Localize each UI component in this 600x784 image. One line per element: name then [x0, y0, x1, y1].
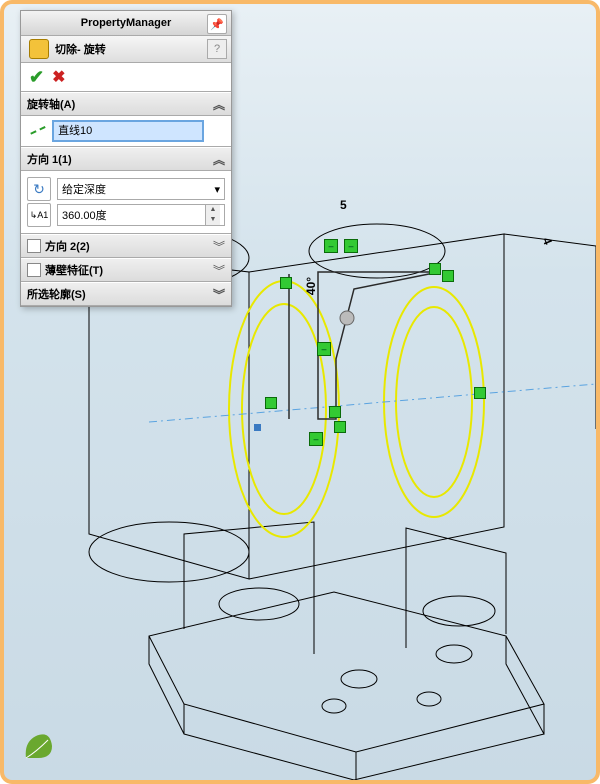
- spinner-buttons[interactable]: ▲▼: [205, 205, 220, 225]
- chevron-up-icon: ︽: [213, 151, 225, 168]
- dir1-section-title: 方向 1(1): [27, 151, 72, 167]
- contour-title: 所选轮廓(S): [27, 286, 86, 302]
- dir1-section-body: ↻ 给定深度 ▾ ↳A1 360.00度 ▲▼: [21, 171, 231, 234]
- help-icon[interactable]: ?: [207, 39, 227, 59]
- end-condition-select[interactable]: 给定深度 ▾: [57, 178, 225, 200]
- reverse-direction-icon[interactable]: ↻: [27, 177, 51, 201]
- sketch-relation[interactable]: [442, 270, 454, 282]
- cancel-button[interactable]: ✖: [52, 67, 65, 87]
- axis-icon: [27, 122, 45, 140]
- feature-title-bar: 切除- 旋转 ?: [21, 36, 231, 63]
- angle-input[interactable]: 360.00度 ▲▼: [57, 204, 225, 226]
- sketch-relation[interactable]: ⎯: [344, 239, 358, 253]
- end-condition-value: 给定深度: [62, 181, 106, 197]
- sketch-relation[interactable]: [334, 421, 346, 433]
- chevron-up-icon: ︽: [213, 96, 225, 113]
- pin-icon[interactable]: 📌: [207, 14, 227, 34]
- axis-section-header[interactable]: 旋转轴(A) ︽: [21, 92, 231, 116]
- dropdown-icon: ▾: [214, 183, 220, 196]
- sketch-relation[interactable]: [329, 406, 341, 418]
- dir2-title: 方向 2(2): [45, 238, 90, 254]
- panel-header: PropertyManager 📌: [21, 11, 231, 36]
- sketch-relation[interactable]: [265, 397, 277, 409]
- screenshot-root: ⎯ ⎯ ⎯ ⎯ 5 4 40° PropertyManager 📌 切除- 旋转…: [0, 0, 600, 784]
- cut-revolve-icon: [29, 39, 49, 59]
- chevron-down-icon: ︾: [213, 286, 225, 303]
- sketch-relation[interactable]: [474, 387, 486, 399]
- dimension-angle[interactable]: 40°: [304, 277, 318, 295]
- thin-section-header[interactable]: 薄壁特征(T) ︾: [21, 258, 231, 282]
- axis-input[interactable]: 直线10: [52, 120, 204, 142]
- chevron-down-icon: ︾: [213, 262, 225, 279]
- sketch-relation[interactable]: [429, 263, 441, 275]
- sketch-relation[interactable]: ⎯: [324, 239, 338, 253]
- thin-checkbox[interactable]: [27, 263, 41, 277]
- dimension-5[interactable]: 5: [340, 198, 347, 212]
- angle-icon: ↳A1: [27, 203, 51, 227]
- sketch-relation[interactable]: ⎯: [309, 432, 323, 446]
- watermark-icon: [24, 732, 54, 760]
- dir2-section-header[interactable]: 方向 2(2) ︾: [21, 234, 231, 258]
- chevron-down-icon: ︾: [213, 238, 225, 255]
- property-manager-panel: PropertyManager 📌 切除- 旋转 ? ✔ ✖ 旋转轴(A) ︽ …: [20, 10, 232, 307]
- sketch-relation[interactable]: [280, 277, 292, 289]
- contour-section-header[interactable]: 所选轮廓(S) ︾: [21, 282, 231, 306]
- dir1-section-header[interactable]: 方向 1(1) ︽: [21, 147, 231, 171]
- dir2-checkbox[interactable]: [27, 239, 41, 253]
- ok-cancel-row: ✔ ✖: [21, 63, 231, 92]
- feature-name: 切除- 旋转: [55, 41, 106, 57]
- sketch-relation[interactable]: ⎯: [317, 342, 331, 356]
- axis-section-body: 直线10: [21, 116, 231, 147]
- ok-button[interactable]: ✔: [29, 67, 44, 88]
- angle-value: 360.00度: [62, 207, 107, 223]
- panel-title: PropertyManager: [81, 17, 171, 29]
- axis-section-title: 旋转轴(A): [27, 96, 75, 112]
- thin-title: 薄壁特征(T): [45, 262, 103, 278]
